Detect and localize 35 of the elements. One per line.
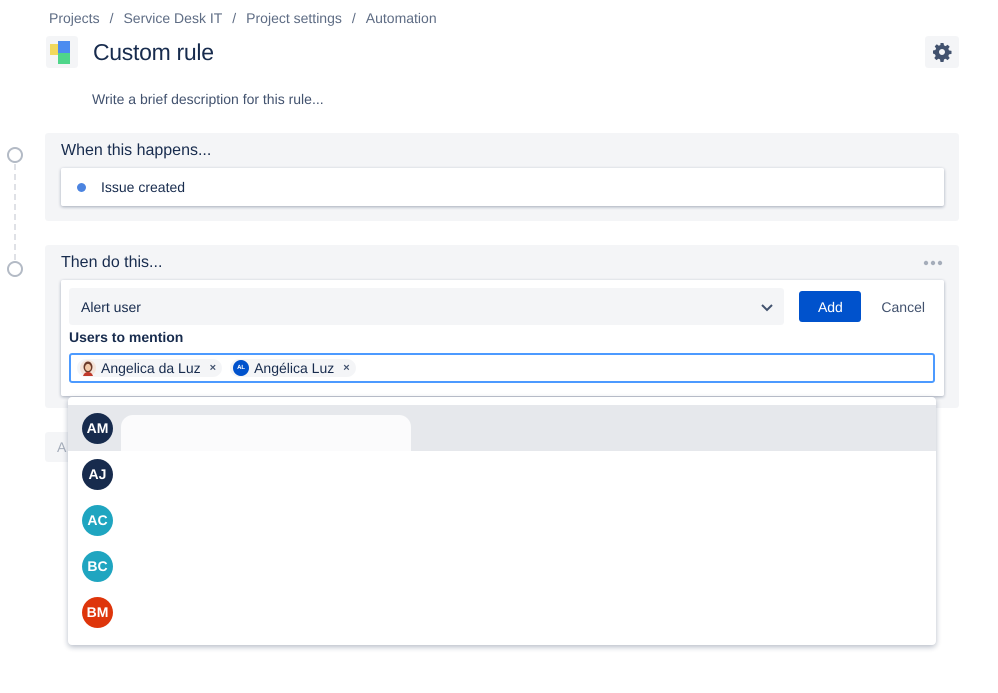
field-label: Users to mention xyxy=(69,329,184,347)
breadcrumb-separator: / xyxy=(232,10,236,26)
avatar-initials: AM xyxy=(82,412,113,444)
trigger-item[interactable]: Issue created xyxy=(61,168,944,206)
cubes-icon xyxy=(46,36,78,68)
avatar-initials: BM xyxy=(82,596,113,628)
remove-chip-button[interactable]: × xyxy=(343,362,350,374)
chip-label: Angelica da Luz xyxy=(101,360,201,376)
trigger-label: Issue created xyxy=(101,179,186,195)
chip-label: Angélica Luz xyxy=(254,360,334,376)
avatar-initials: AJ xyxy=(82,458,113,490)
description-field[interactable]: Write a brief description for this rule... xyxy=(92,91,959,109)
cancel-button[interactable]: Cancel xyxy=(871,292,935,320)
breadcrumb-link[interactable]: Projects xyxy=(49,10,100,26)
avatar-initials: BC xyxy=(82,550,113,582)
avatar-initials: AC xyxy=(82,504,113,536)
suggestion-option[interactable]: AM xyxy=(68,405,936,451)
suggestion-option[interactable]: BM xyxy=(68,589,936,635)
action-select[interactable]: Alert user xyxy=(69,288,784,325)
suggestion-option[interactable]: AJ xyxy=(68,451,936,497)
step-circle xyxy=(7,261,23,277)
settings-icon xyxy=(932,42,952,62)
breadcrumb-link[interactable]: Automation xyxy=(366,10,437,26)
remove-chip-button[interactable]: × xyxy=(210,362,216,374)
breadcrumb-link[interactable]: Project settings xyxy=(246,10,342,26)
add-button[interactable]: Add xyxy=(799,291,862,322)
step-circle xyxy=(7,147,23,163)
person-avatar-icon xyxy=(80,360,96,376)
breadcrumb-separator: / xyxy=(110,10,114,26)
breadcrumb-separator: / xyxy=(352,10,356,26)
section-heading: Then do this... xyxy=(61,254,162,272)
breadcrumb-link[interactable]: Service Desk IT xyxy=(123,10,222,26)
section-heading: When this happens... xyxy=(61,142,212,160)
settings-button[interactable] xyxy=(925,36,959,68)
rule-title: Custom rule xyxy=(93,38,215,66)
